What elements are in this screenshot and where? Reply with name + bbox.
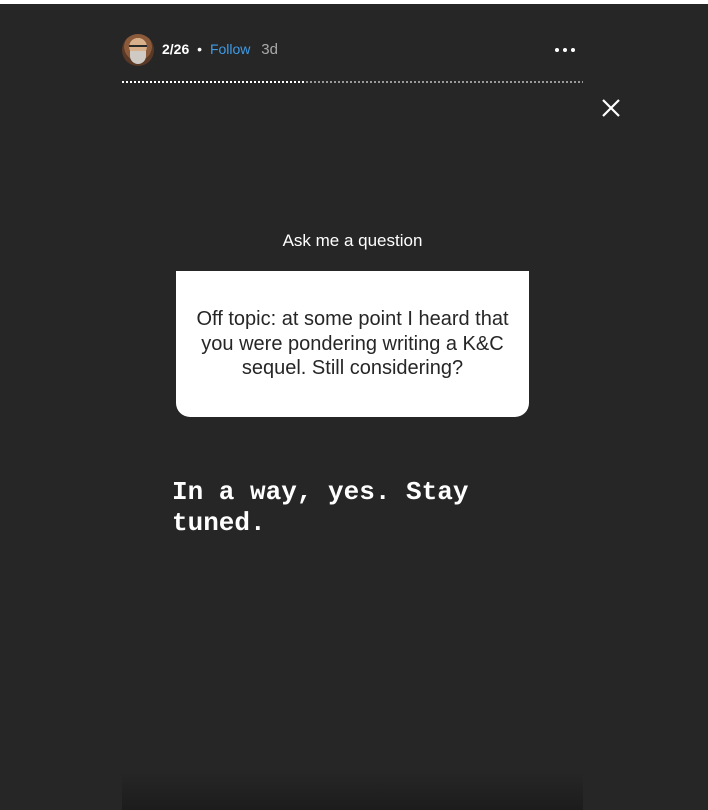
story-header: 2/26 • Follow 3d bbox=[122, 34, 583, 66]
top-edge-bar bbox=[0, 0, 708, 4]
story-progress-bar bbox=[122, 81, 583, 83]
story-meta: 2/26 • Follow 3d bbox=[162, 41, 278, 58]
separator-dot: • bbox=[197, 41, 203, 57]
username[interactable]: 2/26 bbox=[162, 41, 189, 57]
timestamp: 3d bbox=[261, 41, 278, 58]
avatar[interactable] bbox=[122, 34, 154, 66]
bottom-reply-area bbox=[122, 772, 583, 810]
question-prompt: Ask me a question bbox=[282, 231, 423, 250]
story-progress-fill bbox=[122, 81, 307, 83]
more-dot bbox=[571, 48, 575, 52]
answer-text: In a way, yes. Stay tuned. bbox=[172, 477, 469, 538]
more-dot bbox=[563, 48, 567, 52]
question-text: Off topic: at some point I heard that yo… bbox=[196, 308, 509, 380]
more-options-icon[interactable] bbox=[555, 40, 575, 60]
avatar-beard bbox=[130, 51, 146, 64]
follow-button[interactable]: Follow bbox=[210, 41, 250, 57]
more-dot bbox=[555, 48, 559, 52]
close-icon[interactable] bbox=[600, 97, 622, 119]
question-card: Off topic: at some point I heard that yo… bbox=[176, 271, 529, 417]
